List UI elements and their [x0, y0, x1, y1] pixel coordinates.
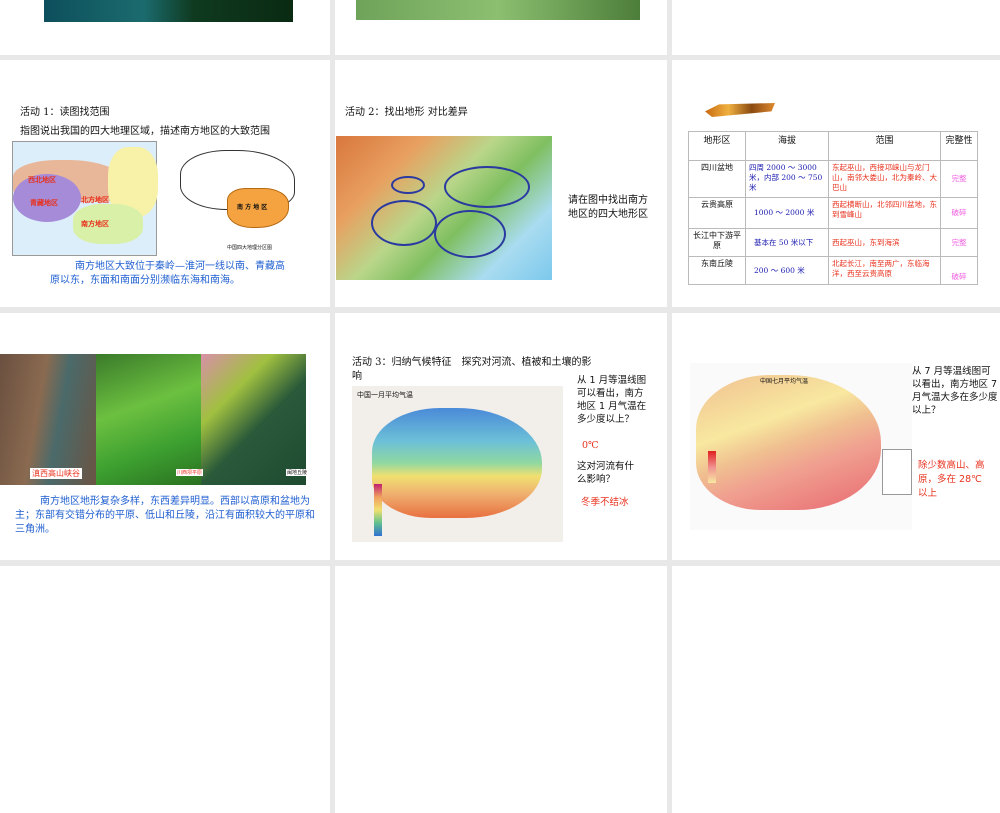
cell-region: 东南丘陵: [688, 256, 746, 285]
slide-thumbnail-12[interactable]: [672, 566, 1000, 813]
photo-label-plain: 川西坝平原: [176, 469, 204, 476]
south-region-map: 南 方 地 区 中国四大地理分区图: [175, 140, 305, 255]
south-china-sea-inset: [882, 449, 912, 495]
cell-integrity: 破碎: [940, 197, 978, 229]
cell-elevation: 1000 ～ 2000 米: [745, 197, 829, 229]
cell-range: 东起巫山，西接邛崃山与龙门山，南邻大娄山，北为秦岭、大巴山: [828, 160, 941, 198]
cell-elevation: 200 ～ 600 米: [745, 256, 829, 285]
table-row: 长江中下游平原 基本在 50 米以下 西起巫山，东到海滨 完整: [688, 228, 978, 257]
slide-thumbnail-10[interactable]: [0, 566, 330, 813]
south-region-label: 南 方 地 区: [237, 204, 268, 211]
table-header: 地形区: [688, 131, 746, 161]
map-label-north: 北方地区: [81, 195, 109, 204]
cell-elevation: 四周 2000 ～ 3000 米，内部 200 ～ 750 米: [745, 160, 829, 198]
terrain-map: [336, 136, 552, 280]
table-header: 海拔: [745, 131, 829, 161]
cell-region: 云贵高原: [688, 197, 746, 229]
map-title: 中国七月平均气温: [760, 378, 809, 385]
map-caption: 中国四大地理分区图: [227, 245, 273, 251]
four-regions-map: 西北地区 青藏地区 北方地区 南方地区: [12, 141, 158, 256]
slide-title: 活动 3：归纳气候特征 探究对河流、植被和土壤的影响: [352, 357, 592, 382]
cell-integrity: 破碎: [940, 256, 978, 285]
cell-range: 西起巫山，东到海滨: [828, 228, 941, 257]
slide-title: 活动 2：找出地形 对比差异: [345, 107, 468, 118]
table-row: 云贵高原 1000 ～ 2000 米 西起横断山，北邻四川盆地，东到雪峰山 破碎: [688, 197, 978, 229]
slide-thumbnail-3[interactable]: [672, 0, 1000, 55]
january-temperature-map: 中国一月平均气温: [352, 386, 563, 542]
question-2: 这对河流有什么影响？: [577, 461, 635, 485]
question-1: 从 1 月等温线图可以看出，南方地区 1 月气温在多少度以上？: [577, 375, 647, 425]
slide-thumbnail-11[interactable]: [335, 566, 667, 813]
cell-range: 西起横断山，北邻四川盆地，东到雪峰山: [828, 197, 941, 229]
description-text: 南方地区地形复杂多样，东西差异明显。西部以高原和盆地为主；东部有交错分布的平原、…: [15, 496, 315, 535]
slide-thumbnail-4[interactable]: 活动 1：读图找范围 指图说出我国的四大地理区域，描述南方地区的大致范围 西北地…: [0, 60, 330, 307]
cell-range: 北起长江，南至两广，东临海洋，西至云贵高原: [828, 256, 941, 285]
slide-thumbnail-6[interactable]: 地形区 海拔 范围 完整性 四川盆地 四周 2000 ～ 3000 米，内部 2…: [672, 60, 1000, 307]
question-text: 从 7 月等温线图可以看出，南方地区 7 月气温大多在多少度以上？: [912, 366, 998, 416]
cell-region: 四川盆地: [688, 160, 746, 198]
slide-thumbnail-1[interactable]: [0, 0, 330, 55]
slide-thumbnail-2[interactable]: [335, 0, 667, 55]
map-label-qingzang: 青藏地区: [30, 198, 58, 207]
map-label-south: 南方地区: [81, 219, 109, 228]
slide-thumbnail-5[interactable]: 活动 2：找出地形 对比差异 请在图中找出南方地区的四大地形区: [335, 60, 667, 307]
answer-1: 0℃: [582, 440, 599, 451]
title-banner-image: [705, 103, 775, 117]
canyon-photo: [0, 354, 96, 485]
map-title: 中国一月平均气温: [357, 391, 413, 399]
boat-photo: [356, 0, 640, 20]
slide-subtitle: 指图说出我国的四大地理区域，描述南方地区的大致范围: [20, 126, 270, 137]
cell-integrity: 完整: [940, 160, 978, 198]
cell-integrity: 完整: [940, 228, 978, 257]
question-text: 请在图中找出南方地区的四大地形区: [568, 195, 648, 220]
temperature-legend: [374, 484, 382, 536]
hills-photo: [201, 354, 306, 485]
photo-label-hills: 闽地丘陵: [286, 469, 309, 476]
july-temperature-map: 中国七月平均气温: [690, 363, 912, 530]
slide-thumbnail-8[interactable]: 活动 3：归纳气候特征 探究对河流、植被和土壤的影响 中国一月平均气温 从 1 …: [335, 313, 667, 560]
plain-photo: [96, 354, 201, 485]
temperature-legend: [708, 451, 716, 483]
table-row: 东南丘陵 200 ～ 600 米 北起长江，南至两广，东临海洋，西至云贵高原 破…: [688, 256, 978, 285]
table-header: 完整性: [940, 131, 978, 161]
slide-thumbnail-9[interactable]: 中国七月平均气温 从 7 月等温线图可以看出，南方地区 7 月气温大多在多少度以…: [672, 313, 1000, 560]
answer-2: 冬季不结冰: [581, 497, 629, 508]
photo-label-canyon: 滇西高山峡谷: [30, 468, 82, 479]
answer-text: 南方地区大致位于秦岭—淮河一线以南、青藏高原以东，东面和南面分别濒临东海和南海。: [50, 261, 285, 286]
slide-thumbnail-7[interactable]: 滇西高山峡谷 川西坝平原 闽地丘陵 南方地区地形复杂多样，东西差异明显。西部以高…: [0, 313, 330, 560]
table-row: 四川盆地 四周 2000 ～ 3000 米，内部 200 ～ 750 米 东起巫…: [688, 160, 978, 198]
terrain-table: 地形区 海拔 范围 完整性 四川盆地 四周 2000 ～ 3000 米，内部 2…: [688, 131, 978, 285]
answer-text: 除少数高山、高原，多在 28℃ 以上: [918, 460, 985, 499]
table-header: 范围: [828, 131, 941, 161]
slide-title: 活动 1：读图找范围: [20, 107, 110, 118]
map-label-northwest: 西北地区: [28, 175, 56, 184]
lake-photo: [44, 0, 293, 22]
cell-region: 长江中下游平原: [688, 228, 746, 257]
cell-elevation: 基本在 50 米以下: [745, 228, 829, 257]
